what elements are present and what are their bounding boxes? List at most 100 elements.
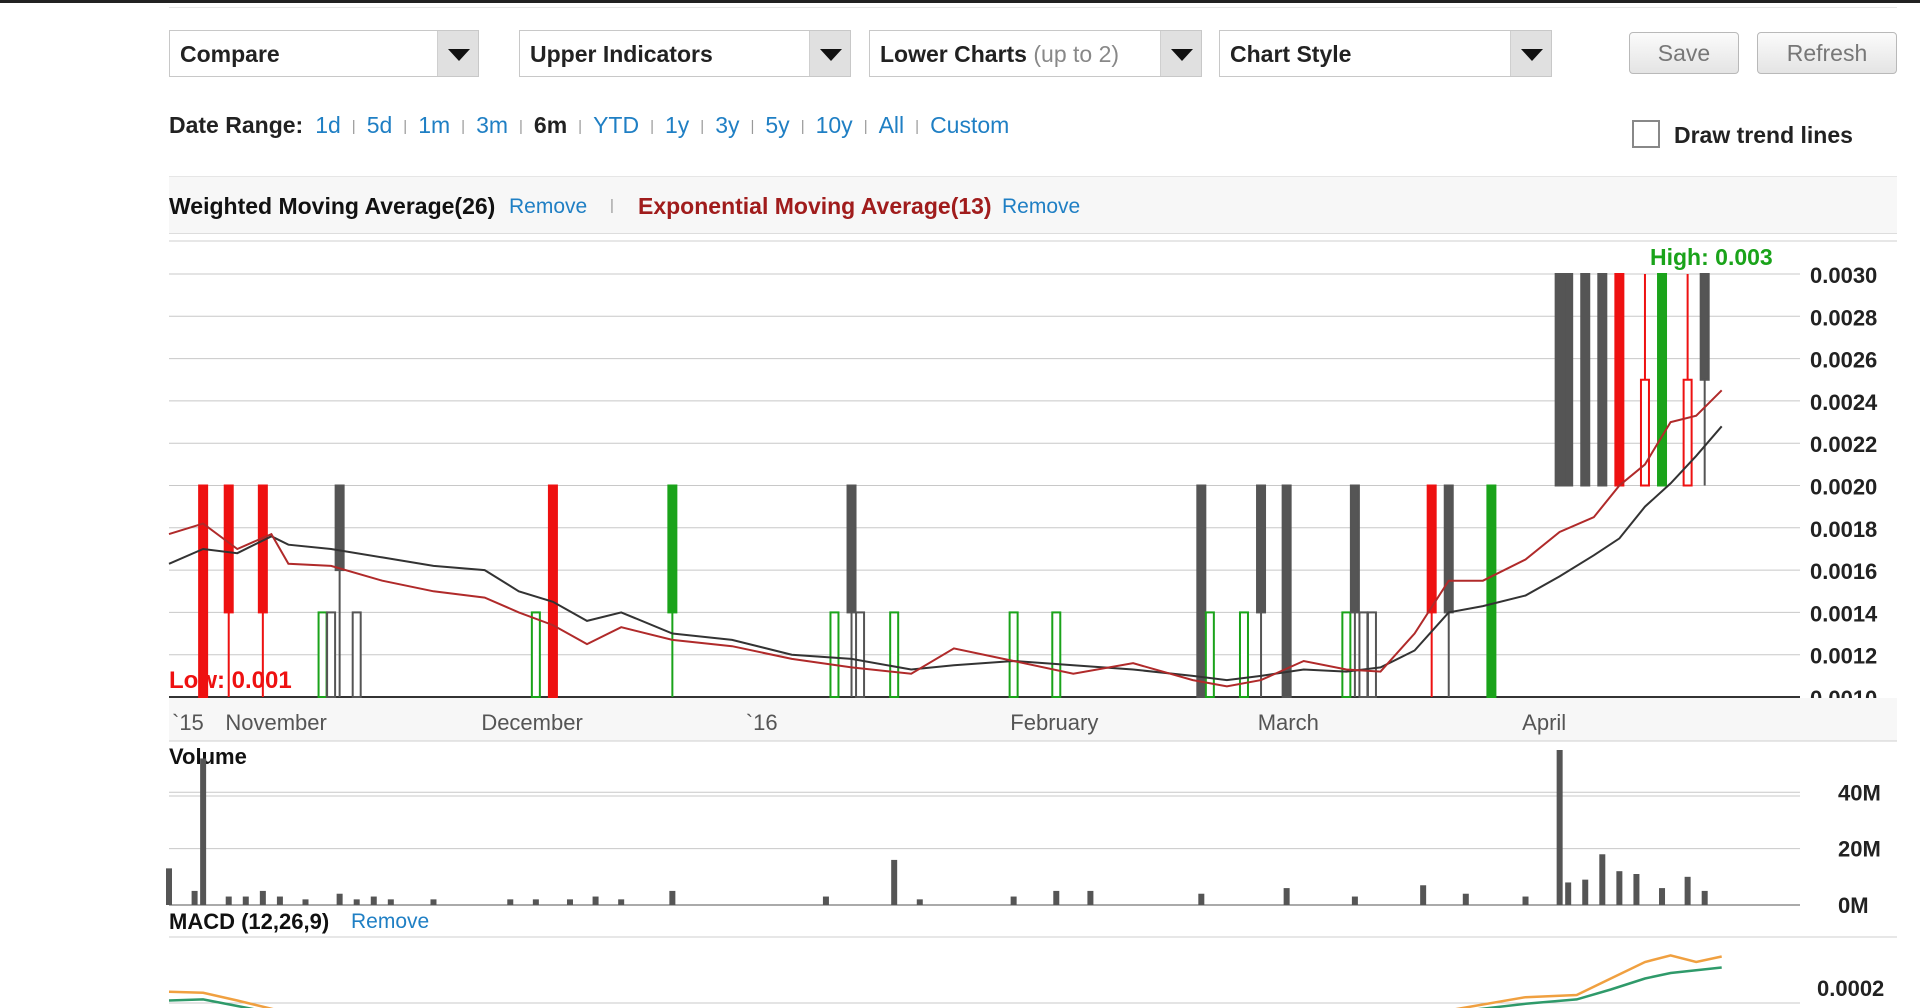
volume-bar <box>1599 854 1606 905</box>
volume-bar <box>891 859 898 905</box>
candle-body <box>317 611 328 699</box>
price-tick-label: 0.0022 <box>1810 432 1877 457</box>
candle-body <box>1426 484 1437 614</box>
volume-bar <box>532 899 539 905</box>
volume-bar <box>353 899 360 905</box>
macd-line <box>168 954 1722 1008</box>
candle-body <box>1699 273 1710 381</box>
candle-body <box>667 484 678 614</box>
volume-bar <box>1522 896 1529 905</box>
candle-body <box>1563 273 1574 487</box>
volume-bar <box>1616 871 1623 905</box>
candle-body <box>1281 484 1292 698</box>
volume-bar <box>200 758 207 905</box>
price-tick-label: 0.0016 <box>1810 559 1877 584</box>
price-tick-label: 0.0014 <box>1810 601 1878 626</box>
volume-bar <box>259 890 266 905</box>
macd-chart: 0.0002 <box>168 936 1897 1008</box>
volume-bar <box>276 896 283 905</box>
volume-bar <box>1659 888 1666 905</box>
macd-tick-label: 0.0002 <box>1817 976 1884 1001</box>
price-tick-label: 0.0030 <box>1810 263 1877 288</box>
volume-bar <box>242 896 249 905</box>
volume-bar <box>618 899 625 905</box>
volume-bar <box>1087 890 1094 905</box>
candle-body <box>257 484 268 614</box>
candle-body <box>1256 484 1267 614</box>
candle-body <box>1614 273 1625 487</box>
candle-body <box>1657 273 1668 487</box>
candle-body <box>1051 611 1062 699</box>
candle-body <box>326 611 337 699</box>
candle-body <box>1196 484 1207 698</box>
candle-body <box>351 611 362 699</box>
volume-bar <box>1565 882 1572 905</box>
candle-body <box>1008 611 1019 699</box>
x-tick-label: December <box>481 710 582 735</box>
volume-bar <box>1010 896 1017 905</box>
x-tick-label: March <box>1258 710 1319 735</box>
volume-bar <box>566 899 573 905</box>
price-tick-label: 0.0012 <box>1810 644 1877 669</box>
x-tick-label: April <box>1522 710 1566 735</box>
candle-body <box>1358 611 1369 699</box>
candle-body <box>1554 273 1565 487</box>
chart-canvas: 0.00100.00120.00140.00160.00180.00200.00… <box>166 240 1897 1008</box>
candle-body <box>1341 611 1352 699</box>
volume-tick-label: 20M <box>1838 837 1881 862</box>
volume-bar <box>166 868 172 905</box>
volume-bar <box>1351 896 1358 905</box>
volume-tick-label: 0M <box>1838 893 1869 918</box>
price-tick-label: 0.0018 <box>1810 517 1877 542</box>
candle-body <box>855 611 866 699</box>
price-tick-label: 0.0020 <box>1810 475 1877 500</box>
volume-bar <box>1462 893 1469 905</box>
candle-body <box>1349 484 1360 614</box>
macd-signal-line <box>168 966 1722 1008</box>
candle-body <box>1366 611 1377 699</box>
candle-body <box>889 611 900 699</box>
low-label: Low: 0.001 <box>169 667 292 694</box>
volume-bar <box>507 899 514 905</box>
x-tick-label: `15 <box>172 710 204 735</box>
volume-bar <box>225 896 232 905</box>
candle-body <box>829 611 840 699</box>
volume-bar <box>1633 874 1640 905</box>
candle-body <box>1486 484 1497 698</box>
x-axis: `15 November December `16 February March April <box>169 698 1897 742</box>
candle-body <box>1597 273 1608 487</box>
volume-bar <box>1556 750 1563 905</box>
candle-body <box>530 611 541 699</box>
candle-body <box>1580 273 1591 487</box>
candle-body <box>846 484 857 614</box>
price-tick-label: 0.0028 <box>1810 305 1877 330</box>
high-label: High: 0.003 <box>1650 244 1773 270</box>
volume-bar <box>1283 888 1290 905</box>
x-tick-label: February <box>1010 710 1098 735</box>
volume-bar <box>1701 890 1708 905</box>
volume-tick-label: 40M <box>1838 780 1881 805</box>
volume-bar <box>916 899 923 905</box>
price-grid <box>169 240 1897 698</box>
candle-body <box>1639 378 1650 487</box>
volume-bar <box>1053 890 1060 905</box>
volume-bar <box>1684 876 1691 905</box>
candle-body <box>198 484 209 698</box>
volume-bar <box>669 890 676 905</box>
volume-bar <box>191 890 198 905</box>
x-tick-label: November <box>225 710 326 735</box>
volume-chart: 0M 20M 40M <box>166 750 1881 918</box>
volume-bar <box>370 896 377 905</box>
price-tick-label: 0.0024 <box>1810 390 1878 415</box>
volume-bar <box>822 896 829 905</box>
candle-body <box>223 484 234 614</box>
candle-body <box>334 484 345 572</box>
candle-body <box>1443 484 1454 614</box>
volume-bar <box>1582 879 1589 905</box>
volume-bar <box>387 899 394 905</box>
price-tick-label: 0.0026 <box>1810 348 1877 373</box>
x-tick-label: `16 <box>746 710 778 735</box>
volume-bar <box>592 896 599 905</box>
candle-body <box>547 484 558 698</box>
volume-bar <box>1420 885 1427 905</box>
